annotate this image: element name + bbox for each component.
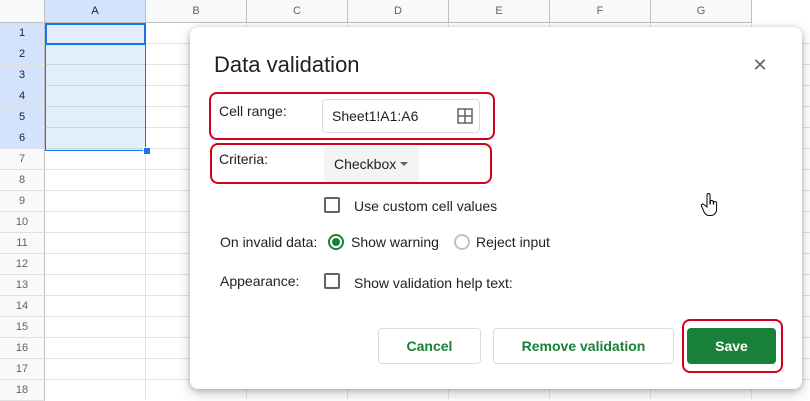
row-header[interactable]: 11 xyxy=(0,233,45,254)
help-text-checkbox[interactable] xyxy=(324,273,340,289)
row-header[interactable]: 6 xyxy=(0,128,45,149)
column-header[interactable]: A xyxy=(45,0,146,23)
row-header[interactable]: 9 xyxy=(0,191,45,212)
help-text-label: Show validation help text: xyxy=(354,275,513,291)
remove-validation-button[interactable]: Remove validation xyxy=(493,328,674,364)
row-header[interactable]: 13 xyxy=(0,275,45,296)
column-header[interactable]: B xyxy=(146,0,247,23)
row-header[interactable]: 2 xyxy=(0,44,45,65)
column-header[interactable]: G xyxy=(651,0,752,23)
column-header[interactable]: F xyxy=(550,0,651,23)
highlight-cell-range xyxy=(209,92,495,140)
dialog-title: Data validation xyxy=(214,52,360,77)
active-cell[interactable] xyxy=(45,23,146,45)
column-header[interactable]: D xyxy=(348,0,449,23)
row-header[interactable]: 18 xyxy=(0,380,45,401)
invalid-data-label: On invalid data: xyxy=(220,234,318,250)
row-header[interactable]: 15 xyxy=(0,317,45,338)
highlight-criteria xyxy=(210,143,492,184)
select-all-corner[interactable] xyxy=(0,0,45,23)
row-header[interactable]: 1 xyxy=(0,23,45,44)
highlight-save xyxy=(682,319,783,373)
column-header[interactable]: C xyxy=(247,0,348,23)
row-header[interactable]: 5 xyxy=(0,107,45,128)
close-icon[interactable]: ✕ xyxy=(748,53,772,77)
appearance-label: Appearance: xyxy=(220,273,300,289)
show-warning-label: Show warning xyxy=(351,234,439,250)
row-header[interactable]: 16 xyxy=(0,338,45,359)
row-header[interactable]: 10 xyxy=(0,212,45,233)
show-warning-radio[interactable] xyxy=(328,234,344,250)
row-header[interactable]: 8 xyxy=(0,170,45,191)
row-header[interactable]: 3 xyxy=(0,65,45,86)
row-header[interactable]: 7 xyxy=(0,149,45,170)
column-header[interactable]: E xyxy=(449,0,550,23)
column-headers: ABCDEFG xyxy=(45,0,752,23)
row-header[interactable]: 17 xyxy=(0,359,45,380)
row-headers: 1 2 3 4 5 6 7 8 9 10 11 12 13 14 15 16 17 18 xyxy=(0,23,45,401)
hand-pointer-icon xyxy=(700,193,718,216)
reject-input-label: Reject input xyxy=(476,234,550,250)
row-header[interactable]: 14 xyxy=(0,296,45,317)
row-header[interactable]: 12 xyxy=(0,254,45,275)
row-header[interactable]: 4 xyxy=(0,86,45,107)
custom-values-label: Use custom cell values xyxy=(354,198,498,214)
fill-handle[interactable] xyxy=(143,147,151,155)
custom-values-checkbox[interactable] xyxy=(324,197,340,213)
reject-input-radio[interactable] xyxy=(454,234,470,250)
cancel-button[interactable]: Cancel xyxy=(378,328,481,364)
